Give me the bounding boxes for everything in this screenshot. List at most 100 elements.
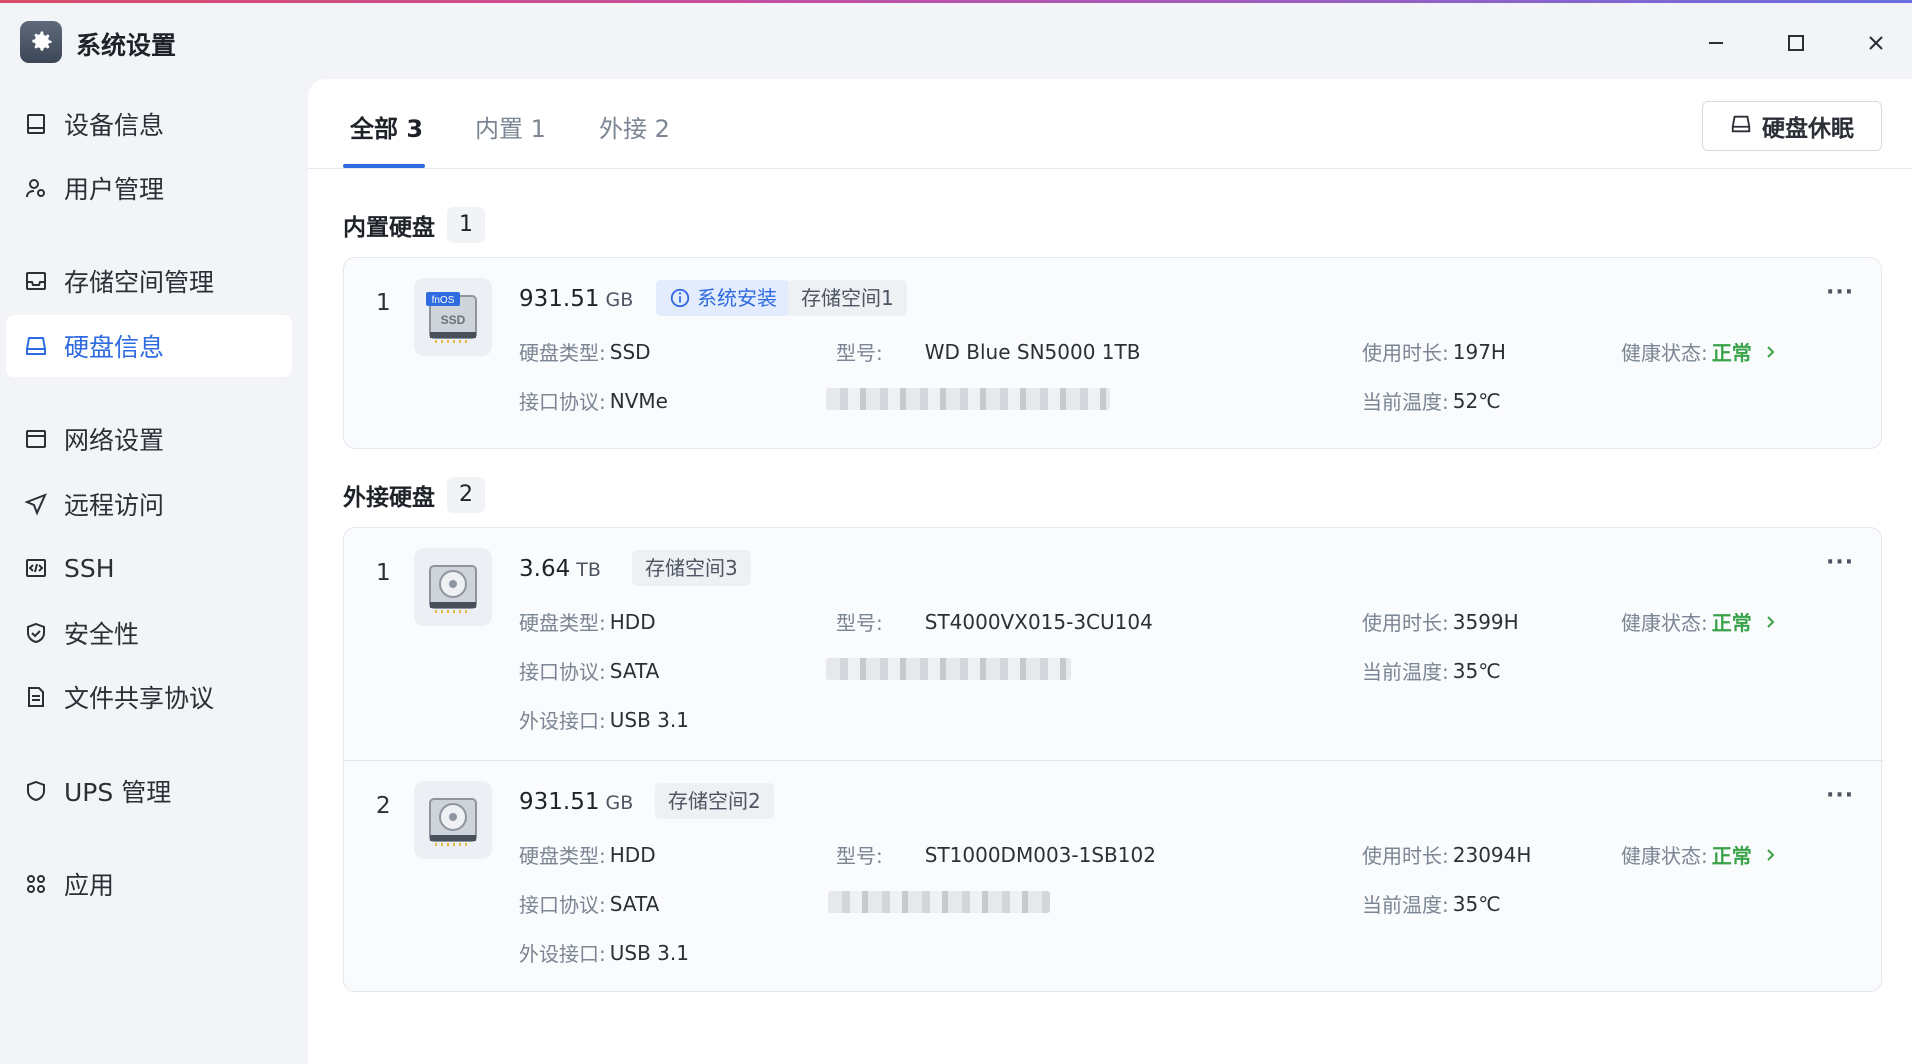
chevron-right-icon [1767, 345, 1775, 358]
chevron-right-icon [1767, 615, 1775, 628]
disk-row[interactable]: 1 fnOS SSD 931.51 GB 系统安装 存储空间1 硬盘类型: SS… [344, 258, 1883, 450]
more-options-button[interactable]: ··· [1826, 280, 1854, 305]
sidebar-item-device-info[interactable]: 设备信息 [6, 93, 292, 155]
title-bar: 系统设置 [0, 3, 1912, 79]
redacted-serial [828, 891, 1050, 913]
document-icon [22, 683, 50, 711]
sidebar-item-security[interactable]: 安全性 [6, 602, 292, 664]
usage-hours-field: 使用时长: 23094H [1362, 842, 1532, 869]
settings-app-icon [20, 21, 62, 63]
device-icon [22, 110, 50, 138]
capacity-value: 3.64 [519, 556, 571, 582]
send-icon [22, 490, 50, 518]
maximize-button[interactable] [1774, 21, 1818, 65]
sidebar-item-label: 硬盘信息 [64, 333, 165, 362]
section-count-badge: 2 [447, 477, 485, 513]
disk-icon [1730, 113, 1752, 139]
disk-row[interactable]: 1 3.64 TB 存储空间3 硬盘类型: HDD 型号: ST4000VX015 [344, 528, 1883, 760]
inbox-icon [22, 267, 50, 295]
sidebar-item-label: 应用 [64, 871, 115, 900]
ssd-icon: fnOS SSD [414, 278, 492, 356]
model-field: 型号: ST1000DM003-1SB102 [836, 842, 1156, 869]
more-options-button[interactable]: ··· [1826, 550, 1854, 575]
disk-icon [22, 332, 50, 360]
more-options-button[interactable]: ··· [1826, 783, 1854, 808]
tab-internal[interactable]: 内置 1 [475, 109, 546, 144]
shield-icon [22, 777, 50, 805]
capacity-value: 931.51 [519, 789, 600, 815]
sidebar-item-label: 用户管理 [64, 175, 165, 204]
disk-sleep-label: 硬盘休眠 [1762, 116, 1854, 142]
close-button[interactable] [1854, 21, 1898, 65]
svg-text:fnOS: fnOS [432, 295, 455, 306]
health-status-link[interactable]: 健康状态: 正常 [1621, 840, 1778, 869]
tab-external[interactable]: 外接 2 [599, 109, 670, 144]
maximize-icon [1788, 35, 1804, 51]
protocol-field: 接口协议: SATA [519, 891, 660, 918]
user-gear-icon [22, 174, 50, 202]
section-title-text: 内置硬盘 [343, 215, 435, 241]
disk-capacity: 931.51 GB [519, 286, 633, 312]
sidebar-item-disk-info[interactable]: 硬盘信息 [6, 315, 292, 377]
storage-pool-tag[interactable]: 存储空间3 [632, 550, 751, 586]
tab-all[interactable]: 全部 3 [350, 109, 423, 144]
sidebar-item-storage-management[interactable]: 存储空间管理 [6, 250, 292, 312]
sidebar-item-label: 安全性 [64, 620, 140, 649]
external-disk-card: 1 3.64 TB 存储空间3 硬盘类型: HDD 型号: ST4000VX015 [343, 527, 1883, 993]
shield-check-icon [22, 619, 50, 647]
window-title: 系统设置 [76, 31, 177, 60]
redacted-serial [826, 388, 1110, 410]
disk-index: 1 [376, 560, 391, 586]
model-field: 型号: WD Blue SN5000 1TB [836, 339, 1141, 366]
health-status-link[interactable]: 健康状态: 正常 [1621, 337, 1778, 366]
disk-capacity: 931.51 GB [519, 789, 633, 815]
network-card-icon [22, 425, 50, 453]
internal-disk-card: 1 fnOS SSD 931.51 GB 系统安装 存储空间1 硬盘类型: SS… [343, 257, 1882, 449]
sidebar-item-label: UPS 管理 [64, 778, 172, 807]
temperature-field: 当前温度: 35℃ [1362, 891, 1501, 918]
tab-bar: 全部 3 内置 1 外接 2 硬盘休眠 [308, 79, 1912, 169]
peripheral-port-field: 外设接口: USB 3.1 [519, 707, 689, 734]
disk-index: 2 [376, 793, 391, 819]
system-install-tag: 系统安装 [656, 280, 790, 316]
usage-hours-field: 使用时长: 197H [1362, 339, 1506, 366]
sidebar-item-apps[interactable]: 应用 [6, 853, 292, 915]
main-panel: 全部 3 内置 1 外接 2 硬盘休眠 内置硬盘 1 1 fnOS SSD 93… [308, 79, 1912, 1064]
sidebar-item-file-sharing[interactable]: 文件共享协议 [6, 666, 292, 728]
system-install-label: 系统安装 [697, 286, 777, 310]
disk-capacity: 3.64 TB [519, 556, 601, 582]
sidebar-item-network-settings[interactable]: 网络设置 [6, 408, 292, 470]
storage-pool-tag[interactable]: 存储空间1 [788, 280, 907, 316]
peripheral-port-field: 外设接口: USB 3.1 [519, 940, 689, 967]
sidebar: 设备信息 用户管理 存储空间管理 硬盘信息 网络设置 远程访问 SSH 安全性 … [0, 79, 306, 1064]
section-count-badge: 1 [447, 207, 485, 243]
info-icon [670, 288, 690, 308]
health-status-link[interactable]: 健康状态: 正常 [1621, 607, 1778, 636]
sidebar-item-user-management[interactable]: 用户管理 [6, 157, 292, 219]
svg-text:SSD: SSD [441, 313, 466, 327]
disk-row[interactable]: 2 931.51 GB 存储空间2 硬盘类型: HDD 型号: ST1000DM0 [344, 761, 1883, 993]
protocol-field: 接口协议: NVMe [519, 388, 668, 415]
capacity-value: 931.51 [519, 286, 600, 312]
capacity-unit: GB [605, 289, 634, 311]
section-external-title: 外接硬盘 2 [343, 477, 485, 513]
sidebar-item-ups-management[interactable]: UPS 管理 [6, 760, 292, 822]
section-internal-title: 内置硬盘 1 [343, 207, 485, 243]
minimize-button[interactable] [1694, 21, 1738, 65]
disk-type-field: 硬盘类型: HDD [519, 609, 656, 636]
sidebar-item-ssh[interactable]: SSH [6, 537, 292, 599]
code-icon [22, 554, 50, 582]
hdd-icon [414, 781, 492, 859]
sidebar-item-remote-access[interactable]: 远程访问 [6, 473, 292, 535]
sidebar-item-label: SSH [64, 553, 115, 583]
chevron-right-icon [1767, 848, 1775, 861]
temperature-field: 当前温度: 52℃ [1362, 388, 1501, 415]
usage-hours-field: 使用时长: 3599H [1362, 609, 1519, 636]
temperature-field: 当前温度: 35℃ [1362, 658, 1501, 685]
section-title-text: 外接硬盘 [343, 485, 435, 511]
disk-sleep-button[interactable]: 硬盘休眠 [1702, 101, 1882, 151]
disk-index: 1 [376, 290, 391, 316]
storage-pool-tag[interactable]: 存储空间2 [655, 783, 774, 819]
disk-type-field: 硬盘类型: HDD [519, 842, 656, 869]
capacity-unit: GB [605, 792, 634, 814]
